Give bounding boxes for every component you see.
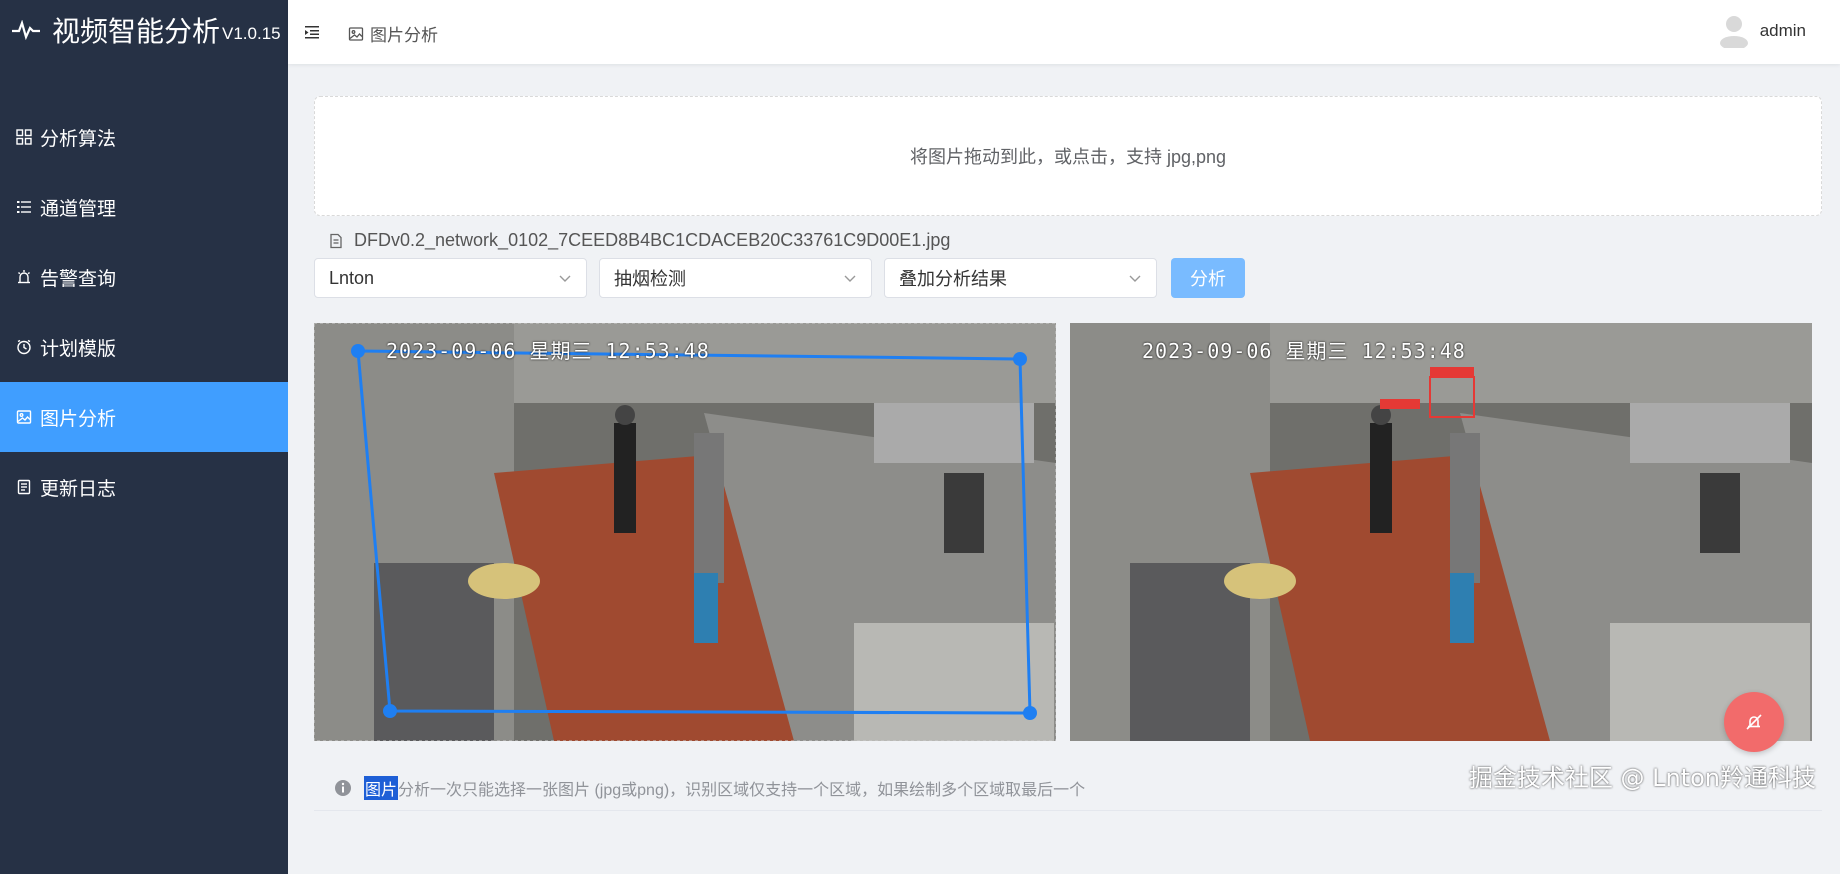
top-header: 图片分析 admin [288, 0, 1840, 64]
breadcrumb: 图片分析 [348, 21, 438, 46]
info-icon [335, 780, 351, 796]
algorithm-select-value: 抽烟检测 [614, 269, 686, 289]
selected-file: DFDv0.2_network_0102_7CEED8B4BC1CDACEB20… [328, 230, 950, 251]
breadcrumb-label: 图片分析 [370, 26, 438, 45]
model-select[interactable]: Lnton [314, 258, 587, 298]
sidebar-item-label: 图片分析 [40, 408, 117, 430]
analysis-controls: Lnton 抽烟检测 叠加分析结果 分析 [314, 258, 1245, 298]
app-logo: 视频智能分析 V1.0.15 [0, 0, 288, 60]
collapse-menu-icon[interactable] [304, 24, 320, 40]
sidebar-item-label: 分析算法 [40, 128, 117, 150]
username[interactable]: admin [1760, 21, 1806, 41]
camera-timestamp: 2023-09-06 星期三 12:53:48 [1142, 339, 1466, 363]
tip-highlight: 图片 [364, 776, 399, 800]
sidebar-item-channels[interactable]: 通道管理 [0, 172, 288, 242]
bell-off-icon [1746, 714, 1762, 730]
algorithm-select[interactable]: 抽烟检测 [599, 258, 872, 298]
upload-dropzone[interactable]: 将图片拖动到此，或点击，支持 jpg,png [314, 96, 1822, 216]
file-icon [330, 233, 342, 248]
sidebar-item-image-analysis[interactable]: 图片分析 [0, 382, 288, 452]
sidebar-item-label: 告警查询 [40, 268, 117, 290]
sidebar-item-label: 更新日志 [40, 478, 117, 500]
user-menu[interactable]: admin [1718, 14, 1806, 48]
sidebar-item-label: 计划模版 [40, 338, 117, 360]
avatar[interactable] [1718, 14, 1750, 48]
sidebar-item-alarms[interactable]: 告警查询 [0, 242, 288, 312]
divider [314, 810, 1822, 811]
sidebar-menu: 分析算法 通道管理 告警查询 计划模版 图片分析 更新日志 [0, 102, 288, 522]
app-version: V1.0.15 [222, 24, 281, 43]
overlay-select-value: 叠加分析结果 [899, 269, 1007, 289]
pulse-icon [12, 20, 40, 40]
floating-action-button[interactable] [1724, 692, 1784, 752]
overlay-select[interactable]: 叠加分析结果 [884, 258, 1157, 298]
app-title: 视频智能分析 [52, 15, 221, 48]
camera-timestamp: 2023-09-06 星期三 12:53:48 [386, 339, 710, 363]
tip-text: 分析一次只能选择一张图片 (jpg或png)，识别区域仅支持一个区域，如果绘制多… [398, 782, 1086, 799]
chevron-down-icon [844, 275, 856, 282]
alarm-icon [18, 270, 30, 284]
watermark: 掘金技术社区 @ Lnton羚通科技 [1468, 764, 1816, 792]
clock-icon [17, 339, 31, 355]
sidebar: 视频智能分析 V1.0.15 分析算法 通道管理 告警查询 计划模版 图片分析 … [0, 0, 288, 874]
analyze-button[interactable]: 分析 [1171, 258, 1245, 298]
document-icon [17, 479, 31, 495]
sidebar-item-algorithms[interactable]: 分析算法 [0, 102, 288, 172]
sidebar-item-label: 通道管理 [40, 198, 117, 220]
chevron-down-icon [1129, 275, 1141, 282]
main-content: 将图片拖动到此，或点击，支持 jpg,png DFDv0.2_network_0… [288, 64, 1840, 874]
sidebar-item-plan-templates[interactable]: 计划模版 [0, 312, 288, 382]
model-select-value: Lnton [329, 267, 375, 288]
grid-icon [16, 129, 32, 145]
result-image: 2023-09-06 星期三 12:53:48 [1070, 323, 1812, 741]
source-image-canvas[interactable]: 2023-09-06 星期三 12:53:48 [314, 323, 1056, 741]
picture-icon [348, 26, 364, 41]
kitchen-camera-image [314, 323, 1056, 741]
list-icon [17, 201, 31, 213]
file-name[interactable]: DFDv0.2_network_0102_7CEED8B4BC1CDACEB20… [354, 230, 950, 251]
sidebar-item-changelog[interactable]: 更新日志 [0, 452, 288, 522]
upload-hint: 将图片拖动到此，或点击，支持 jpg,png [909, 147, 1227, 167]
kitchen-camera-result-image [1070, 323, 1812, 741]
picture-icon [16, 410, 32, 424]
chevron-down-icon [559, 275, 571, 282]
usage-tip: 图片 分析一次只能选择一张图片 (jpg或png)，识别区域仅支持一个区域，如果绘… [334, 776, 1085, 800]
